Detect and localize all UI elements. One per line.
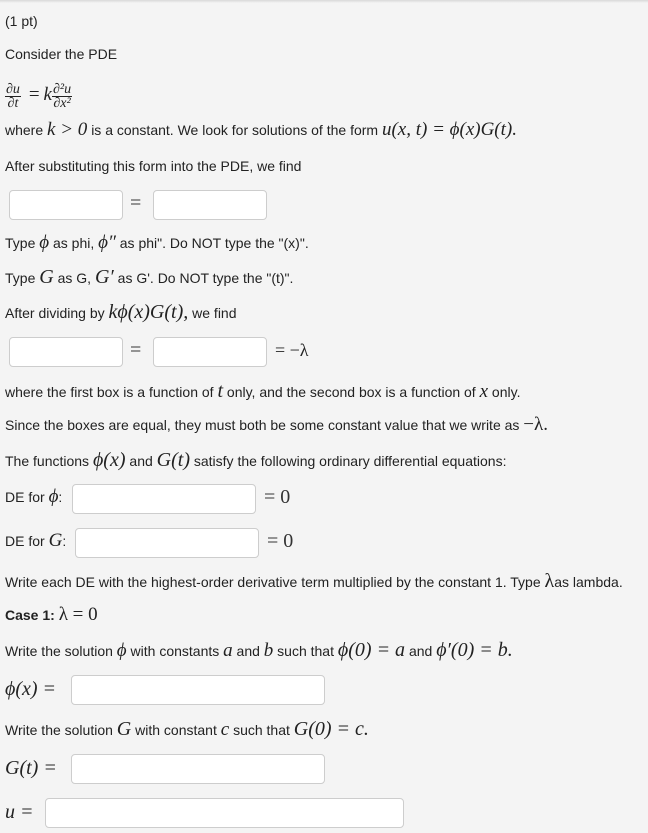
division-right-input[interactable] — [154, 338, 266, 366]
case-1-heading: Case 1: λ = 0 — [5, 604, 98, 625]
solution-G-instruction: Write the solution G with constant c suc… — [5, 718, 369, 740]
de-G-label: DE for G: — [5, 530, 67, 551]
solution-phi-instruction: Write the solution ϕ with constants a an… — [5, 639, 513, 661]
de-phi-box[interactable] — [72, 484, 256, 514]
equals-minus-lambda: = −λ — [275, 340, 309, 360]
G-t-label: G(t) = — [5, 757, 57, 779]
division-left-box[interactable] — [9, 337, 123, 367]
de-phi-input[interactable] — [73, 485, 255, 513]
u-box[interactable] — [45, 798, 404, 828]
write-each-instruction: Write each DE with the highest-order der… — [5, 570, 623, 592]
points-label: (1 pt) — [5, 13, 38, 29]
phi-x-box[interactable] — [71, 675, 325, 705]
substitution-right-input[interactable] — [154, 191, 266, 219]
substitution-left-input[interactable] — [10, 191, 122, 219]
type-G-instruction: Type G as G, G′ as G'. Do NOT type the "… — [5, 266, 294, 288]
after-substituting-text: After substituting this form into the PD… — [5, 158, 302, 174]
intro-text: Consider the PDE — [5, 46, 118, 62]
de-phi-label: DE for ϕ: — [5, 486, 63, 507]
u-input[interactable] — [46, 799, 403, 827]
where-line: where k > 0 is a constant. We look for s… — [5, 119, 517, 140]
type-phi-instruction: Type ϕ as phi, ϕ″ as phi". Do NOT type t… — [5, 232, 309, 253]
G-t-box[interactable] — [71, 754, 325, 784]
u-label: u = — [5, 801, 34, 823]
phi-x-label: ϕ(x) = — [5, 678, 57, 700]
de-G-equals-zero: = 0 — [267, 530, 294, 552]
equals-sign: = — [130, 339, 142, 361]
top-shadow — [0, 0, 648, 3]
division-left-input[interactable] — [10, 338, 122, 366]
pde-equation: ∂u ∂t = k ∂²u ∂x² — [5, 81, 73, 111]
equals-sign: = — [130, 192, 142, 214]
division-right-box[interactable] — [153, 337, 267, 367]
after-dividing-line: After dividing by kϕ(x)G(t), we find — [5, 301, 237, 323]
d2u-dx2-fraction: ∂²u ∂x² — [51, 81, 73, 111]
substitution-right-box[interactable] — [153, 190, 267, 220]
G-t-input[interactable] — [72, 755, 324, 783]
du-dt-fraction: ∂u ∂t — [5, 81, 21, 111]
since-line: Since the boxes are equal, they must bot… — [5, 414, 548, 435]
de-G-input[interactable] — [76, 529, 258, 557]
de-G-box[interactable] — [75, 528, 259, 558]
de-phi-equals-zero: = 0 — [264, 486, 291, 508]
functions-line: The functions ϕ(x) and G(t) satisfy the … — [5, 449, 507, 471]
phi-x-input[interactable] — [72, 676, 324, 704]
substitution-left-box[interactable] — [9, 190, 123, 220]
box-description: where the first box is a function of t o… — [5, 380, 521, 402]
